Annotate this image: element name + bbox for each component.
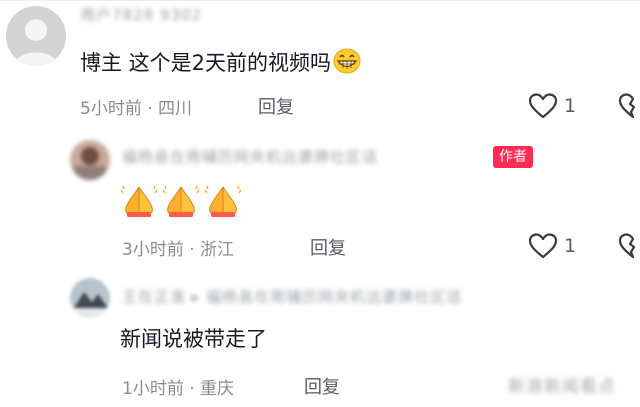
avatar-author[interactable] — [70, 140, 110, 180]
reply-button[interactable]: 回复 — [304, 373, 340, 399]
comment-time-location: 3小时前 · 浙江 — [122, 240, 235, 260]
broken-heart-icon — [618, 93, 636, 119]
pray-emoji — [162, 183, 200, 223]
comment-text-body: 博主 这个是2天前的视频吗 — [80, 51, 332, 75]
author-badge: 作者 — [493, 146, 533, 168]
dislike-button[interactable] — [618, 232, 640, 260]
reply-button[interactable]: 回复 — [310, 234, 346, 260]
comment-emoji-text: 🙏🙏🙏 — [120, 183, 242, 219]
comment-section: 用户7828 9302 博主 这个是2天前的视频吗 5小时前 · 四川 回复 1 — [0, 0, 640, 407]
comment-text-body: 新闻说被带走了 — [120, 327, 267, 351]
comment-text: 博主 这个是2天前的视频吗 — [80, 48, 361, 80]
like-button[interactable]: 1 — [528, 92, 576, 120]
comment-username[interactable]: 王在正准 ▸ 福杨县在雨辅历网央机远婆牌社区话 — [122, 286, 462, 307]
avatar-blurred-image — [70, 278, 110, 318]
like-count: 1 — [564, 235, 577, 257]
avatar-blurred-image — [70, 140, 110, 180]
comment-time-location: 1小时前 · 重庆 — [122, 379, 235, 399]
pray-emoji — [204, 183, 242, 223]
grin-emoji — [333, 48, 361, 80]
comment-username[interactable]: 用户7828 9302 — [80, 4, 202, 25]
comment-time-location: 5小时前 · 四川 — [80, 99, 193, 119]
like-button[interactable]: 1 — [528, 232, 576, 260]
reply-button[interactable]: 回复 — [258, 93, 294, 119]
avatar-placeholder-icon — [6, 6, 66, 66]
like-count: 1 — [564, 95, 577, 117]
comment-username[interactable]: 福杨县在雨辅历网央机远婆牌社区话 — [122, 146, 378, 167]
heart-outline-icon — [528, 93, 558, 119]
dislike-button[interactable] — [618, 92, 640, 120]
broken-heart-icon — [618, 233, 636, 259]
comment-text: 新闻说被带走了 — [120, 326, 267, 352]
avatar-user[interactable] — [70, 278, 110, 318]
avatar-default-user[interactable] — [6, 6, 66, 66]
watermark: 新浪新闻看点 — [508, 377, 616, 397]
top-divider — [0, 0, 640, 1]
heart-outline-icon — [528, 233, 558, 259]
pray-emoji — [120, 183, 158, 223]
